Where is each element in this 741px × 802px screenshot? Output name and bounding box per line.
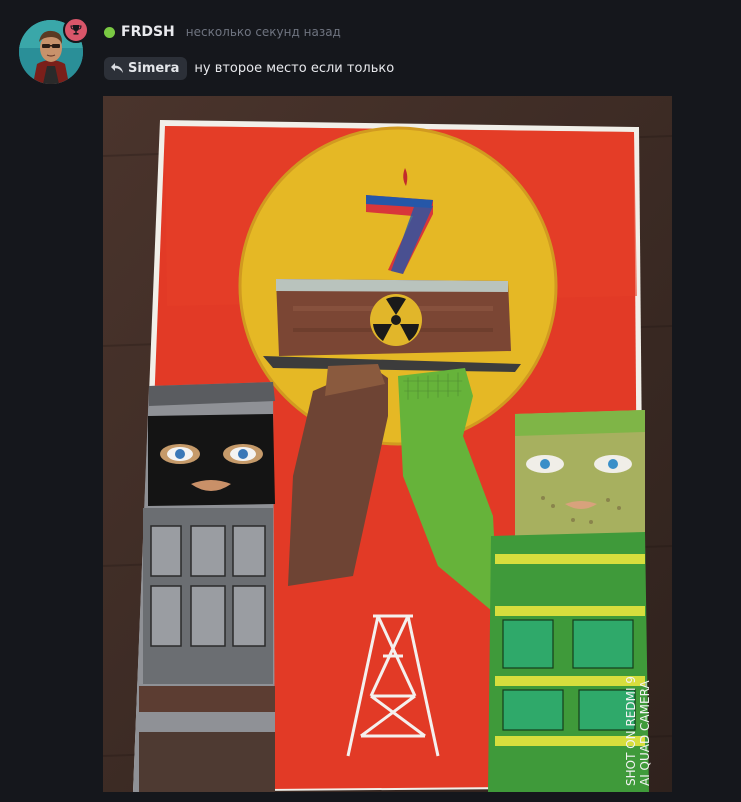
message-text: ну второе место если только xyxy=(194,60,395,76)
reply-target-name: Simera xyxy=(128,60,180,76)
reply-mention-chip[interactable]: Simera xyxy=(104,56,188,80)
author-avatar-wrap[interactable] xyxy=(19,17,89,84)
attached-photo[interactable]: 7 SHOT ON REDMI 9 AI QUAD CAMERA xyxy=(103,96,672,792)
trophy-icon xyxy=(70,25,82,35)
camera-watermark-line2: AI QUAD CAMERA xyxy=(638,680,652,786)
message-header: FRDSH несколько секунд назад xyxy=(104,22,341,42)
reply-arrow-icon xyxy=(111,63,123,73)
message-body: Simera ну второе место если только xyxy=(104,56,394,80)
drawing-photo-image: 7 SHOT ON REDMI 9 AI QUAD CAMERA xyxy=(103,96,672,792)
trophy-badge xyxy=(63,17,89,43)
message-timestamp: несколько секунд назад xyxy=(185,25,341,39)
chat-message: FRDSH несколько секунд назад Simera ну в… xyxy=(0,0,741,802)
camera-watermark-line1: SHOT ON REDMI 9 xyxy=(624,676,638,786)
online-status-dot xyxy=(104,26,115,38)
author-username[interactable]: FRDSH xyxy=(121,24,175,40)
